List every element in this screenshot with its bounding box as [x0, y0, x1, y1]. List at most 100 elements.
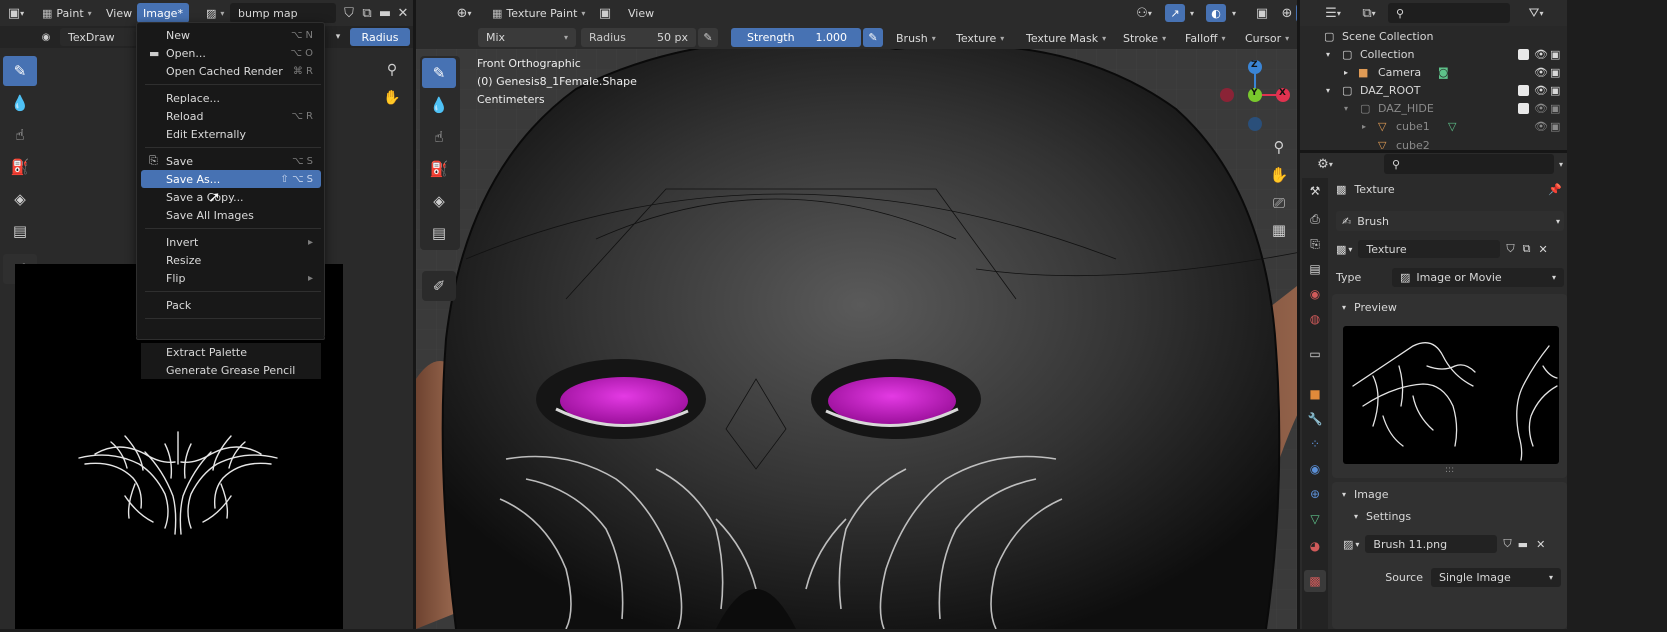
menu-item-new[interactable]: New ⌥ N	[141, 26, 321, 44]
brush-name-field[interactable]: TexDraw	[60, 28, 138, 46]
render-tab-icon[interactable]: ⎙	[1304, 208, 1326, 230]
source-select[interactable]: Single Image ▾	[1431, 567, 1561, 587]
stroke-menu[interactable]: Stroke ▾	[1117, 28, 1172, 48]
fake-user-icon[interactable]: ⛉	[1503, 537, 1511, 551]
image-menu-button[interactable]: Image*	[137, 3, 189, 23]
outliner-row[interactable]: ▸ ■ Camera ◙ 👁 ▣	[1300, 63, 1562, 81]
image-name-field[interactable]: Brush 11.png	[1365, 535, 1498, 553]
fake-user-icon[interactable]: ⛉	[340, 4, 358, 22]
data-tab-icon[interactable]: ▽	[1304, 508, 1326, 530]
physics-tab-icon[interactable]: ◉	[1304, 458, 1326, 480]
brush-texture-selector[interactable]: ✍ Brush ▾	[1336, 211, 1564, 231]
eye-icon[interactable]: 👁	[1534, 66, 1548, 79]
type-select[interactable]: ▨ Image or Movie ▾	[1392, 267, 1564, 287]
radius-field[interactable]: Radius	[350, 28, 410, 46]
open-image-icon[interactable]: ▬	[376, 4, 394, 22]
fill-tool-icon[interactable]: ◈	[422, 186, 456, 216]
menu-item-invert[interactable]: Invert ▸	[141, 233, 321, 251]
chevron-down-icon[interactable]: ▾	[1228, 4, 1240, 22]
camera-view-icon[interactable]: ⎚	[1266, 190, 1292, 216]
camera-render-icon[interactable]: ▣	[1550, 66, 1560, 79]
mode-selector[interactable]: ▦ Texture Paint ▾	[486, 3, 591, 23]
gizmo-toggle-icon[interactable]: ↗	[1165, 4, 1185, 22]
soften-tool-icon[interactable]: 💧	[3, 88, 37, 118]
outliner-row[interactable]: ▽ cube2	[1300, 135, 1562, 149]
fake-user-icon[interactable]: ⛉	[1506, 242, 1514, 256]
mask-toggle-icon[interactable]: ▣	[595, 4, 615, 22]
checkbox-icon[interactable]	[1518, 48, 1529, 60]
menu-item-edit-externally[interactable]: Edit Externally	[141, 125, 321, 143]
menu-item-save-a-copy[interactable]: Save a Copy...	[141, 188, 321, 206]
texture-name-field[interactable]: Texture	[1358, 240, 1501, 258]
texture-mask-menu[interactable]: Texture Mask ▾	[1020, 28, 1112, 48]
editor-type-icon[interactable]: ⊕ ▾	[452, 4, 476, 22]
paint-menu[interactable]: ▦ Paint ▾	[36, 3, 98, 23]
menu-item-replace[interactable]: Replace...	[141, 89, 321, 107]
pressure-icon[interactable]: ✎	[698, 28, 718, 47]
zoom-icon[interactable]: ⚲	[1266, 134, 1292, 160]
mask-tool-icon[interactable]: ▤	[422, 218, 456, 248]
menu-item-save[interactable]: ⎘ Save ⌥ S	[141, 152, 321, 170]
world-tab-icon[interactable]: ◍	[1304, 308, 1326, 330]
menu-item-reload[interactable]: Reload ⌥ R	[141, 107, 321, 125]
overlays-toggle-icon[interactable]: ◐	[1206, 4, 1226, 22]
draw-brush-tool-icon[interactable]: ✎	[422, 58, 456, 88]
eye-icon[interactable]: 👁	[1534, 102, 1548, 115]
duplicate-icon[interactable]: ⧉	[1523, 242, 1531, 256]
new-image-icon[interactable]: ⧉	[358, 4, 376, 22]
ortho-grid-icon[interactable]: ▦	[1266, 217, 1292, 243]
menu-item-pack[interactable]: Pack	[141, 296, 321, 314]
mask-tool-icon[interactable]: ▤	[3, 216, 37, 246]
tool-tab-icon[interactable]: ⚒	[1304, 180, 1326, 202]
scene-tab-icon[interactable]: ◉	[1304, 283, 1326, 305]
zoom-icon[interactable]: ⚲	[380, 58, 404, 82]
editor-type-icon[interactable]: ⚙ ▾	[1312, 155, 1338, 173]
eye-icon[interactable]: 👁	[1534, 84, 1548, 97]
annotate-tool-icon[interactable]: ✐	[422, 271, 456, 301]
pan-hand-icon[interactable]: ✋	[1266, 162, 1292, 188]
menu-item-open[interactable]: ▬ Open... ⌥ O	[141, 44, 321, 62]
modifier-tab-icon[interactable]: 🔧	[1304, 408, 1326, 430]
cursor-menu[interactable]: Cursor ▾	[1239, 28, 1295, 48]
smear-tool-icon[interactable]: ☝	[3, 120, 37, 150]
preview-panel-header[interactable]: ▾ Preview	[1342, 298, 1397, 316]
checkbox-icon[interactable]	[1518, 84, 1529, 96]
resize-handle-icon[interactable]: :::	[1445, 465, 1454, 475]
view-menu[interactable]: View	[622, 3, 660, 23]
output-tab-icon[interactable]: ⎘	[1304, 233, 1326, 255]
open-folder-icon[interactable]: ▬	[1518, 538, 1528, 551]
camera-render-icon[interactable]: ▣	[1550, 120, 1560, 133]
outliner-row[interactable]: ▾ ▢ Collection 👁 ▣	[1300, 45, 1562, 63]
menu-item-save-all-images[interactable]: Save All Images	[141, 206, 321, 224]
brush-menu[interactable]: Brush ▾	[890, 28, 942, 48]
editor-type-icon[interactable]: ☰ ▾	[1320, 4, 1346, 22]
menu-item-flip[interactable]: Flip ▸	[141, 269, 321, 287]
texture-datablock[interactable]: ▩ ▾ Texture ⛉ ⧉ ✕	[1336, 239, 1564, 259]
close-icon[interactable]: ✕	[1539, 243, 1548, 256]
soften-tool-icon[interactable]: 💧	[422, 90, 456, 120]
view-menu[interactable]: View	[100, 3, 138, 23]
collection-tab-icon[interactable]: ▭	[1304, 343, 1326, 365]
outliner-search-input[interactable]: ⚲	[1388, 3, 1510, 23]
viewport-canvas[interactable]	[416, 49, 1382, 629]
outliner-row[interactable]: ▾ ▢ DAZ_HIDE 👁 ▣	[1300, 99, 1562, 117]
smear-tool-icon[interactable]: ☝	[422, 122, 456, 152]
blend-mode-select[interactable]: Mix ▾	[478, 28, 576, 47]
particles-tab-icon[interactable]: ⁘	[1304, 433, 1326, 455]
clone-tool-icon[interactable]: ⛽	[422, 154, 456, 184]
clone-tool-icon[interactable]: ⛽	[3, 152, 37, 182]
camera-render-icon[interactable]: ▣	[1550, 48, 1560, 61]
texture-tab-icon[interactable]: ▩	[1304, 570, 1326, 592]
image-panel-header[interactable]: ▾ Image	[1342, 485, 1388, 503]
xray-toggle-icon[interactable]: ▣	[1252, 4, 1272, 22]
strength-slider[interactable]: Strength 1.000	[731, 28, 861, 47]
properties-search-input[interactable]: ⚲	[1384, 154, 1554, 174]
menu-item-open-cached-render[interactable]: Open Cached Render ⌘ R	[141, 62, 321, 80]
brush-preview-icon[interactable]: ◉	[36, 28, 56, 46]
camera-render-icon[interactable]: ▣	[1550, 84, 1560, 97]
object-tab-icon[interactable]: ■	[1304, 383, 1326, 405]
falloff-menu[interactable]: Falloff ▾	[1179, 28, 1232, 48]
checkbox-icon[interactable]	[1518, 102, 1529, 114]
radius-slider[interactable]: Radius 50 px	[581, 28, 696, 47]
image-name-field[interactable]: bump map	[230, 3, 336, 23]
